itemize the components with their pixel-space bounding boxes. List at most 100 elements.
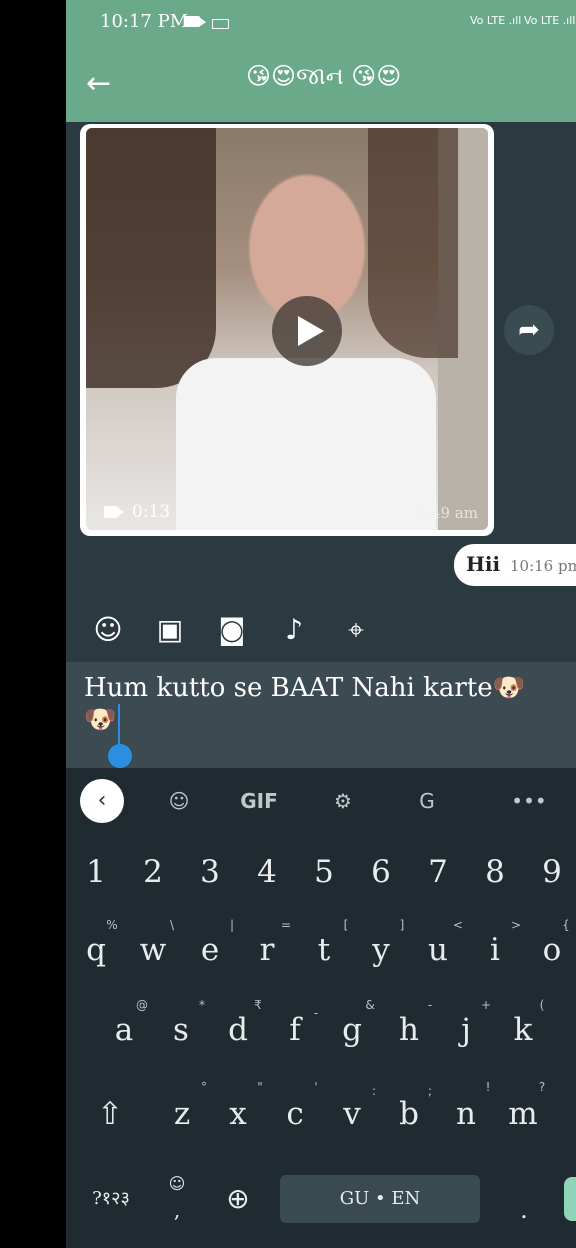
symbols-key[interactable]: ?१२३ (76, 1186, 146, 1210)
key-n[interactable]: n (442, 1096, 490, 1132)
shift-icon[interactable]: ⇧ (86, 1096, 134, 1132)
key-hint: < (452, 918, 464, 932)
signal-icon-2: Vo LTE .ıll (524, 14, 576, 27)
key-y[interactable]: y (357, 932, 405, 968)
caret-handle[interactable] (108, 744, 132, 768)
gear-icon[interactable]: ⚙ (326, 784, 360, 818)
key-hint: - (427, 998, 433, 1012)
video-duration: 0:13 (132, 502, 171, 522)
key-5[interactable]: 5 (300, 854, 348, 890)
chevron-left-icon[interactable]: ‹ (80, 779, 124, 823)
space-bar[interactable]: GU • EN (280, 1175, 480, 1223)
key-c[interactable]: c (271, 1096, 319, 1132)
key-hint: ] (399, 918, 405, 932)
chat-title[interactable]: 😘😍જાન 😘😍 (246, 62, 486, 90)
key-t[interactable]: t (300, 932, 348, 968)
message-text: Hii (466, 552, 501, 576)
key-hint: > (510, 918, 522, 932)
message-input[interactable]: Hum kutto se BAAT Nahi karte🐶 🐶 (66, 662, 576, 768)
text-caret (118, 704, 120, 744)
video-time: 9:49 am (416, 504, 478, 522)
key-m[interactable]: m (499, 1096, 547, 1132)
video-camera-icon (104, 506, 124, 518)
key-q[interactable]: q (72, 932, 120, 968)
thumbnail-shape (176, 358, 436, 530)
video-thumbnail[interactable]: 0:13 9:49 am (86, 128, 488, 530)
status-time: 10:17 PM (100, 11, 189, 32)
message-time: 10:16 pm (510, 557, 576, 575)
signal-icon: Vo LTE .ıll (470, 14, 522, 27)
key-d[interactable]: d (214, 1012, 262, 1048)
keyboard: 1 2 3 4 5 6 7 8 9 % \ | = [ ] < > { q w … (66, 834, 576, 1248)
key-h[interactable]: h (385, 1012, 433, 1048)
arrow-left-icon[interactable]: ← (86, 66, 122, 102)
music-icon[interactable]: ♪ (274, 610, 314, 650)
key-v[interactable]: v (328, 1096, 376, 1132)
key-a[interactable]: a (100, 1012, 148, 1048)
gif-button[interactable]: GIF (236, 784, 282, 818)
screen-record-icon (184, 16, 206, 27)
share-icon[interactable]: ➦ (504, 305, 554, 355)
camera-icon[interactable]: ◙ (212, 610, 252, 650)
key-o[interactable]: o (528, 932, 576, 968)
key-u[interactable]: u (414, 932, 462, 968)
key-hint: { (562, 918, 570, 932)
key-f[interactable]: f (271, 1012, 319, 1048)
key-hint: \ (169, 918, 175, 932)
status-bar: 10:17 PM Vo LTE .ıll Vo LTE .ıll (66, 0, 576, 44)
location-icon[interactable]: ⌖ (336, 610, 376, 650)
emoji-icon[interactable]: ☺ (88, 610, 128, 650)
key-hint: % (106, 918, 118, 932)
enter-key[interactable] (564, 1177, 576, 1221)
input-text: Hum kutto se BAAT Nahi karte🐶 🐶 (84, 673, 525, 735)
thumbnail-shape (86, 128, 216, 388)
key-hint: ! (485, 1080, 491, 1094)
image-icon[interactable]: ▣ (150, 610, 190, 650)
sticker-icon[interactable]: ☺ (162, 784, 196, 818)
key-g[interactable]: g (328, 1012, 376, 1048)
key-hint: * (199, 998, 205, 1012)
key-7[interactable]: 7 (414, 854, 462, 890)
key-s[interactable]: s (157, 1012, 205, 1048)
key-z[interactable]: z (158, 1096, 206, 1132)
app-bar: ← 😘😍જાન 😘😍 (66, 44, 576, 122)
key-x[interactable]: x (214, 1096, 262, 1132)
globe-icon[interactable]: ⊕ (216, 1182, 260, 1215)
keyboard-toolbar: ‹ ☺ GIF ⚙ G ••• (66, 768, 576, 834)
thumbnail-shape (368, 128, 458, 358)
key-6[interactable]: 6 (357, 854, 405, 890)
key-hint: ₹ (254, 998, 262, 1012)
more-icon[interactable]: ••• (506, 784, 552, 818)
phone-screen: 10:17 PM Vo LTE .ıll Vo LTE .ıll ← 😘😍જાન… (66, 0, 576, 1248)
key-b[interactable]: b (385, 1096, 433, 1132)
key-hint: " (257, 1080, 263, 1094)
key-hint: @ (136, 998, 148, 1012)
key-i[interactable]: i (471, 932, 519, 968)
key-hint: & (365, 998, 375, 1012)
key-3[interactable]: 3 (186, 854, 234, 890)
period-key[interactable]: . (502, 1196, 546, 1224)
key-2[interactable]: 2 (129, 854, 177, 890)
key-9[interactable]: 9 (528, 854, 576, 890)
key-hint: [ (343, 918, 349, 932)
key-r[interactable]: r (243, 932, 291, 968)
key-k[interactable]: k (499, 1012, 547, 1048)
outgoing-message[interactable]: Hii 10:16 pm (454, 544, 576, 586)
translate-icon[interactable]: G (410, 784, 444, 818)
key-hint: ? (538, 1080, 546, 1094)
key-hint: = (280, 918, 292, 932)
key-hint: ' (314, 1080, 318, 1094)
comma-key[interactable]: , (160, 1198, 194, 1222)
key-8[interactable]: 8 (471, 854, 519, 890)
emoji-key-icon[interactable]: ☺ (160, 1174, 194, 1193)
play-icon[interactable] (272, 296, 342, 366)
key-1[interactable]: 1 (72, 854, 120, 890)
key-w[interactable]: w (129, 932, 177, 968)
key-hint: ° (201, 1080, 207, 1094)
key-hint: ( (539, 998, 545, 1012)
key-j[interactable]: j (442, 1012, 490, 1048)
key-4[interactable]: 4 (243, 854, 291, 890)
key-hint: | (229, 918, 235, 932)
key-e[interactable]: e (186, 932, 234, 968)
keyboard-status-icon (212, 19, 229, 29)
